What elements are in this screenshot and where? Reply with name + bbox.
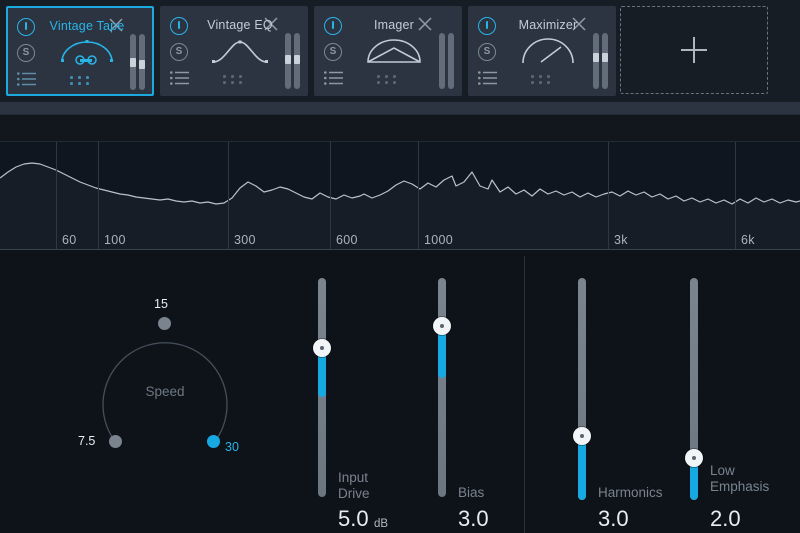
spectrum-gridline bbox=[418, 142, 419, 250]
slider-value: 5.0 bbox=[338, 506, 369, 531]
slider-label: Low Emphasis bbox=[710, 463, 770, 494]
module-card-vintage-eq[interactable]: S Vintage EQ bbox=[160, 6, 308, 96]
spectrum-gridline bbox=[735, 142, 736, 250]
spectrum-gridline bbox=[98, 142, 99, 250]
plus-icon bbox=[681, 37, 707, 63]
controls-panel: Speed 7.5 15 30 Input Drive 5.0 dB Bias … bbox=[0, 250, 800, 533]
slider-value: 3.0 bbox=[458, 506, 489, 531]
module-meter bbox=[284, 33, 302, 89]
slider-value: 2.0 bbox=[710, 506, 741, 531]
drag-dots-icon[interactable] bbox=[70, 76, 104, 88]
spectrum-gridline bbox=[608, 142, 609, 250]
slider-unit: dB bbox=[374, 518, 389, 530]
spectrum-tick-label: 1000 bbox=[424, 233, 454, 247]
slider-label: Input Drive bbox=[338, 470, 370, 501]
speed-option-15-dot[interactable] bbox=[158, 317, 171, 330]
gauge-icon bbox=[522, 38, 574, 64]
spectrum-gridline bbox=[228, 142, 229, 250]
module-rack: S Vintage Tape S Vintage EQ S Imager S M… bbox=[0, 0, 800, 102]
module-title: Vintage EQ bbox=[207, 18, 273, 32]
module-meter bbox=[438, 33, 456, 89]
plugin-window: S Vintage Tape S Vintage EQ S Imager S M… bbox=[0, 0, 800, 533]
slider-handle[interactable] bbox=[433, 317, 451, 335]
add-module-button[interactable] bbox=[620, 6, 768, 94]
list-icon[interactable] bbox=[324, 71, 344, 85]
band-selector-row[interactable] bbox=[0, 114, 800, 142]
spectrum-tick-label: 60 bbox=[62, 233, 77, 247]
module-card-maximizer[interactable]: S Maximizer bbox=[468, 6, 616, 96]
speed-knob-label: Speed bbox=[145, 384, 185, 399]
module-card-vintage-tape[interactable]: S Vintage Tape bbox=[6, 6, 154, 96]
drag-dots-icon[interactable] bbox=[531, 75, 565, 87]
speed-option-7-5-label: 7.5 bbox=[78, 434, 96, 448]
eq-bell-icon bbox=[212, 40, 268, 63]
module-meter bbox=[592, 33, 610, 89]
speed-option-7-5-dot[interactable] bbox=[109, 435, 122, 448]
spectrum-tick-label: 100 bbox=[104, 233, 126, 247]
spectrum-tick-label: 6k bbox=[741, 233, 755, 247]
power-icon[interactable] bbox=[170, 17, 188, 35]
module-meter bbox=[129, 34, 147, 90]
spectrum-gridline bbox=[330, 142, 331, 250]
speed-option-15-label: 15 bbox=[154, 297, 168, 311]
slider-value: 3.0 bbox=[598, 506, 629, 531]
spectrum-tick-label: 600 bbox=[336, 233, 358, 247]
spectrum-tick-label: 300 bbox=[234, 233, 256, 247]
slider-track[interactable] bbox=[438, 278, 446, 497]
drag-dots-icon[interactable] bbox=[223, 75, 257, 87]
speed-knob[interactable]: Speed 7.5 15 30 bbox=[78, 297, 240, 460]
power-icon[interactable] bbox=[478, 17, 496, 35]
solo-icon[interactable]: S bbox=[170, 43, 188, 61]
slider-bias[interactable]: Bias 3.0 bbox=[433, 278, 588, 531]
slider-fill bbox=[578, 436, 586, 500]
speed-option-30-label: 30 bbox=[225, 440, 239, 454]
imager-arc-icon bbox=[367, 39, 421, 63]
module-card-imager[interactable]: S Imager bbox=[314, 6, 462, 96]
speed-option-30-dot[interactable] bbox=[207, 435, 220, 448]
slider-handle[interactable] bbox=[313, 339, 331, 357]
slider-low-emphasis[interactable]: Low Emphasis 2.0 bbox=[685, 278, 800, 531]
power-icon[interactable] bbox=[17, 18, 35, 36]
list-icon[interactable] bbox=[170, 71, 190, 85]
slider-label: Harmonics bbox=[598, 485, 663, 500]
module-title: Vintage Tape bbox=[49, 19, 125, 33]
list-icon[interactable] bbox=[478, 71, 498, 85]
spectrum-gridline bbox=[56, 142, 57, 250]
solo-icon[interactable]: S bbox=[17, 44, 35, 62]
module-title: Imager bbox=[373, 18, 415, 32]
slider-label: Bias bbox=[458, 485, 485, 500]
spectrum-tick-label: 3k bbox=[614, 233, 628, 247]
band-strip bbox=[0, 102, 800, 114]
spectrum-analyzer[interactable]: 60 100 300 600 1000 3k 6k bbox=[0, 142, 800, 250]
tape-curve-icon bbox=[61, 40, 113, 65]
power-icon[interactable] bbox=[324, 17, 342, 35]
slider-handle[interactable] bbox=[685, 449, 703, 467]
module-title: Maximizer bbox=[518, 18, 578, 32]
slider-handle[interactable] bbox=[573, 427, 591, 445]
drag-dots-icon[interactable] bbox=[377, 75, 411, 87]
solo-icon[interactable]: S bbox=[324, 43, 342, 61]
solo-icon[interactable]: S bbox=[478, 43, 496, 61]
list-icon[interactable] bbox=[17, 72, 37, 86]
